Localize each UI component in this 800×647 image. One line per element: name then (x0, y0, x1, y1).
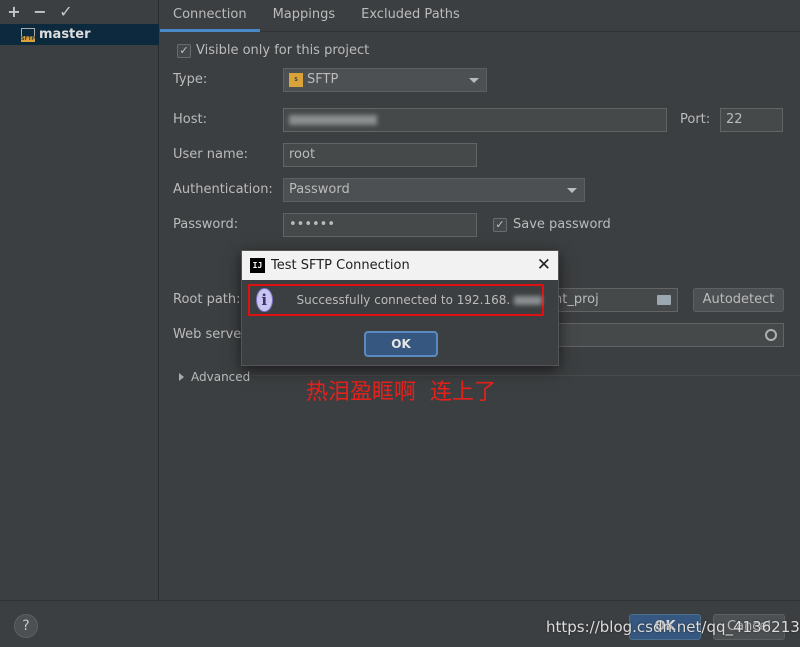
chevron-down-icon (469, 78, 479, 83)
plus-icon[interactable]: + (6, 4, 22, 20)
redacted-host (289, 114, 377, 125)
password-field[interactable]: •••••• (283, 213, 477, 237)
dialog-title: Test SFTP Connection (271, 258, 410, 273)
info-icon: i (256, 288, 273, 312)
connection-message: Successfully connected to 192.168. (296, 293, 542, 307)
username-field[interactable]: root (283, 143, 477, 167)
port-field[interactable]: 22 (720, 108, 783, 132)
host-field[interactable] (283, 108, 667, 132)
authentication-value: Password (289, 182, 350, 197)
type-value: SFTP (307, 72, 339, 87)
help-button[interactable]: ? (14, 614, 38, 638)
redacted-ip (514, 296, 542, 305)
sftp-server-icon: SFTP (21, 27, 35, 42)
root-path-field[interactable]: ent_proj (540, 288, 678, 312)
minus-icon[interactable]: − (32, 4, 48, 20)
chevron-down-icon (567, 188, 577, 193)
tab-excluded-paths[interactable]: Excluded Paths (348, 0, 473, 32)
server-list-panel: + − ✓ SFTP master (0, 0, 159, 600)
host-label: Host: (173, 112, 207, 127)
server-list-toolbar: + − ✓ (0, 0, 158, 24)
authentication-label: Authentication: (173, 182, 273, 197)
visible-only-label: Visible only for this project (196, 43, 370, 58)
red-annotation-text: 热泪盈眶啊 连上了 (306, 380, 496, 405)
web-server-field[interactable] (540, 323, 784, 347)
message-text: Successfully connected to 192.168. (296, 293, 511, 307)
type-label: Type: (173, 72, 208, 87)
authentication-select[interactable]: Password (283, 178, 585, 202)
visible-only-checkbox[interactable]: ✓ (177, 44, 191, 58)
tab-mappings[interactable]: Mappings (260, 0, 349, 32)
server-item-master[interactable]: SFTP master (0, 24, 159, 45)
message-highlight-box: i Successfully connected to 192.168. (248, 284, 544, 316)
web-server-label: Web server (173, 327, 247, 342)
watermark: https://blog.csdn.net/qq_41362136 (546, 618, 800, 636)
server-name: master (39, 27, 91, 42)
dialog-title-bar: IJ Test SFTP Connection ✕ (242, 251, 558, 280)
close-icon[interactable]: ✕ (537, 256, 551, 274)
dialog-ok-button[interactable]: OK (364, 331, 438, 357)
globe-icon[interactable] (765, 329, 777, 341)
tab-connection[interactable]: Connection (160, 0, 260, 32)
sftp-icon: S (289, 72, 303, 87)
password-label: Password: (173, 217, 239, 232)
port-label: Port: (680, 112, 711, 127)
expand-arrow-icon (179, 373, 184, 381)
test-connection-dialog: IJ Test SFTP Connection ✕ i Successfully… (241, 250, 559, 366)
tab-bar: Connection Mappings Excluded Paths (160, 0, 800, 32)
save-password-label: Save password (513, 217, 611, 232)
folder-icon[interactable] (657, 295, 671, 305)
intellij-logo-icon: IJ (250, 258, 265, 273)
save-password-checkbox[interactable]: ✓ (493, 218, 507, 232)
autodetect-button[interactable]: Autodetect (693, 288, 784, 312)
type-select[interactable]: S SFTP (283, 68, 487, 92)
username-label: User name: (173, 147, 249, 162)
advanced-toggle[interactable]: Advanced (179, 370, 250, 384)
check-icon[interactable]: ✓ (58, 4, 74, 20)
advanced-label: Advanced (191, 370, 251, 384)
root-path-label: Root path: (173, 292, 241, 307)
